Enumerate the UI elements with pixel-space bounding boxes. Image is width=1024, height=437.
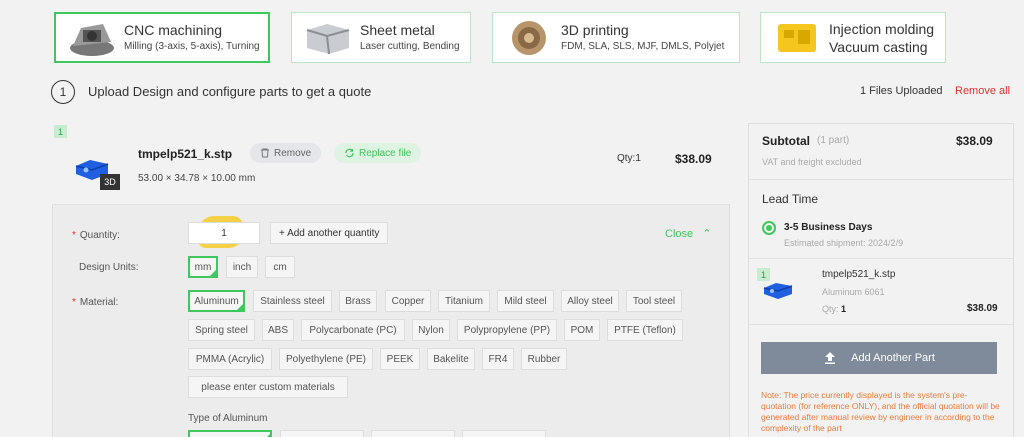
service-card-injection-molding[interactable]: Injection molding Vacuum casting: [760, 12, 946, 63]
service-title: Sheet metal: [360, 22, 435, 38]
subtotal-part-count: (1 part): [817, 135, 850, 146]
close-config-link[interactable]: Close ⌃: [665, 227, 711, 240]
part-header: [52, 123, 730, 205]
sheet-metal-icon: [302, 18, 354, 58]
service-card-3d-printing[interactable]: 3D printing FDM, SLA, SLS, MJF, DMLS, Po…: [492, 12, 740, 63]
service-subtitle: Milling (3-axis, 5-axis), Turning: [124, 41, 260, 52]
material-polyethylene[interactable]: Polyethylene (PE): [279, 348, 373, 370]
material-alloy-steel[interactable]: Alloy steel: [561, 290, 619, 312]
material-aluminum[interactable]: Aluminum: [188, 290, 245, 312]
step-number: 1: [51, 80, 75, 104]
material-pom[interactable]: POM: [564, 319, 600, 341]
material-pmma[interactable]: PMMA (Acrylic): [188, 348, 272, 370]
design-units-label: Design Units:: [79, 262, 139, 273]
upload-icon: [825, 352, 836, 364]
divider: [749, 258, 1013, 259]
part-3d-model-icon: [763, 283, 793, 299]
vat-note: VAT and freight excluded: [762, 157, 862, 167]
add-another-part-button[interactable]: Add Another Part: [761, 342, 997, 374]
aluminum-type-option[interactable]: [188, 430, 272, 437]
material-brass[interactable]: Brass: [339, 290, 377, 312]
summary-item-qty: Qty: 1: [822, 304, 847, 314]
3d-badge: 3D: [100, 174, 120, 190]
summary-item-price: $38.09: [967, 303, 998, 314]
trash-icon: [261, 148, 269, 158]
material-abs[interactable]: ABS: [262, 319, 294, 341]
subtotal-price: $38.09: [956, 134, 993, 148]
add-quantity-button[interactable]: + Add another quantity: [270, 222, 389, 244]
remove-label: Remove: [274, 147, 312, 159]
estimated-shipment: Estimated shipment: 2024/2/9: [784, 238, 904, 248]
material-label: * Material:: [72, 297, 119, 308]
summary-item-name: tmpelp521_k.stp: [822, 269, 896, 280]
material-copper[interactable]: Copper: [385, 290, 431, 312]
files-uploaded-count: 1 Files Uploaded: [860, 85, 943, 97]
summary-item-material: Aluminum 6061: [822, 287, 885, 297]
summary-part-thumbnail: [762, 278, 802, 311]
unit-mm[interactable]: mm: [188, 256, 218, 278]
part-price: $38.09: [675, 152, 712, 166]
service-title: 3D printing: [561, 22, 629, 38]
material-fr4[interactable]: FR4: [482, 348, 514, 370]
remove-part-button[interactable]: Remove: [250, 143, 322, 163]
material-mild-steel[interactable]: Mild steel: [497, 290, 554, 312]
divider: [749, 324, 1013, 325]
type-of-aluminum-label: Type of Aluminum: [188, 413, 268, 424]
service-title: Injection molding: [829, 20, 935, 37]
lead-time-radio[interactable]: [762, 221, 776, 235]
unit-cm[interactable]: cm: [265, 256, 295, 278]
quantity-input[interactable]: 1: [188, 222, 260, 244]
close-label: Close: [665, 228, 694, 240]
part-index-badge: 1: [54, 125, 67, 138]
service-subtitle: Laser cutting, Bending: [360, 41, 460, 52]
lead-time-option: 3-5 Business Days: [784, 222, 873, 233]
custom-material-input[interactable]: please enter custom materials: [188, 376, 348, 398]
3d-print-icon: [503, 18, 555, 58]
material-ptfe[interactable]: PTFE (Teflon): [607, 319, 683, 341]
aluminum-type-option[interactable]: [280, 430, 364, 437]
mold-icon: [771, 18, 823, 58]
service-card-cnc[interactable]: CNC machining Milling (3-axis, 5-axis), …: [54, 12, 270, 63]
replace-file-button[interactable]: Replace file: [334, 143, 422, 163]
material-polycarbonate[interactable]: Polycarbonate (PC): [301, 319, 405, 341]
service-subtitle: FDM, SLA, SLS, MJF, DMLS, Polyjet: [561, 41, 725, 52]
cnc-part-icon: [66, 18, 118, 58]
material-titanium[interactable]: Titanium: [438, 290, 490, 312]
price-disclaimer: Note: The price currently displayed is t…: [761, 390, 1000, 433]
aluminum-type-option[interactable]: [371, 430, 455, 437]
service-card-sheet-metal[interactable]: Sheet metal Laser cutting, Bending: [291, 12, 471, 63]
subtotal-label: Subtotal: [762, 134, 810, 148]
part-thumbnail[interactable]: 3D: [74, 152, 120, 192]
service-title-secondary: Vacuum casting: [829, 38, 928, 55]
material-bakelite[interactable]: Bakelite: [427, 348, 475, 370]
divider: [749, 179, 1013, 180]
refresh-icon: [345, 148, 354, 158]
part-dimensions: 53.00 × 34.78 × 10.00 mm: [138, 173, 256, 184]
material-polypropylene[interactable]: Polypropylene (PP): [457, 319, 557, 341]
step-title: Upload Design and configure parts to get…: [88, 84, 372, 99]
part-filename: tmpelp521_k.stp: [138, 147, 233, 161]
unit-inch[interactable]: inch: [226, 256, 258, 278]
material-stainless-steel[interactable]: Stainless steel: [253, 290, 332, 312]
service-title: CNC machining: [124, 22, 223, 38]
aluminum-type-option[interactable]: [462, 430, 546, 437]
material-tool-steel[interactable]: Tool steel: [626, 290, 682, 312]
quantity-label: * Quantity:: [72, 230, 120, 241]
add-part-label: Add Another Part: [851, 352, 935, 364]
part-qty: Qty:1: [617, 153, 641, 164]
remove-all-link[interactable]: Remove all: [955, 85, 1010, 97]
material-rubber[interactable]: Rubber: [521, 348, 567, 370]
material-nylon[interactable]: Nylon: [412, 319, 450, 341]
chevron-up-icon: ⌃: [702, 228, 712, 240]
replace-label: Replace file: [359, 147, 412, 159]
material-peek[interactable]: PEEK: [380, 348, 420, 370]
lead-time-title: Lead Time: [762, 192, 819, 206]
material-spring-steel[interactable]: Spring steel: [188, 319, 255, 341]
